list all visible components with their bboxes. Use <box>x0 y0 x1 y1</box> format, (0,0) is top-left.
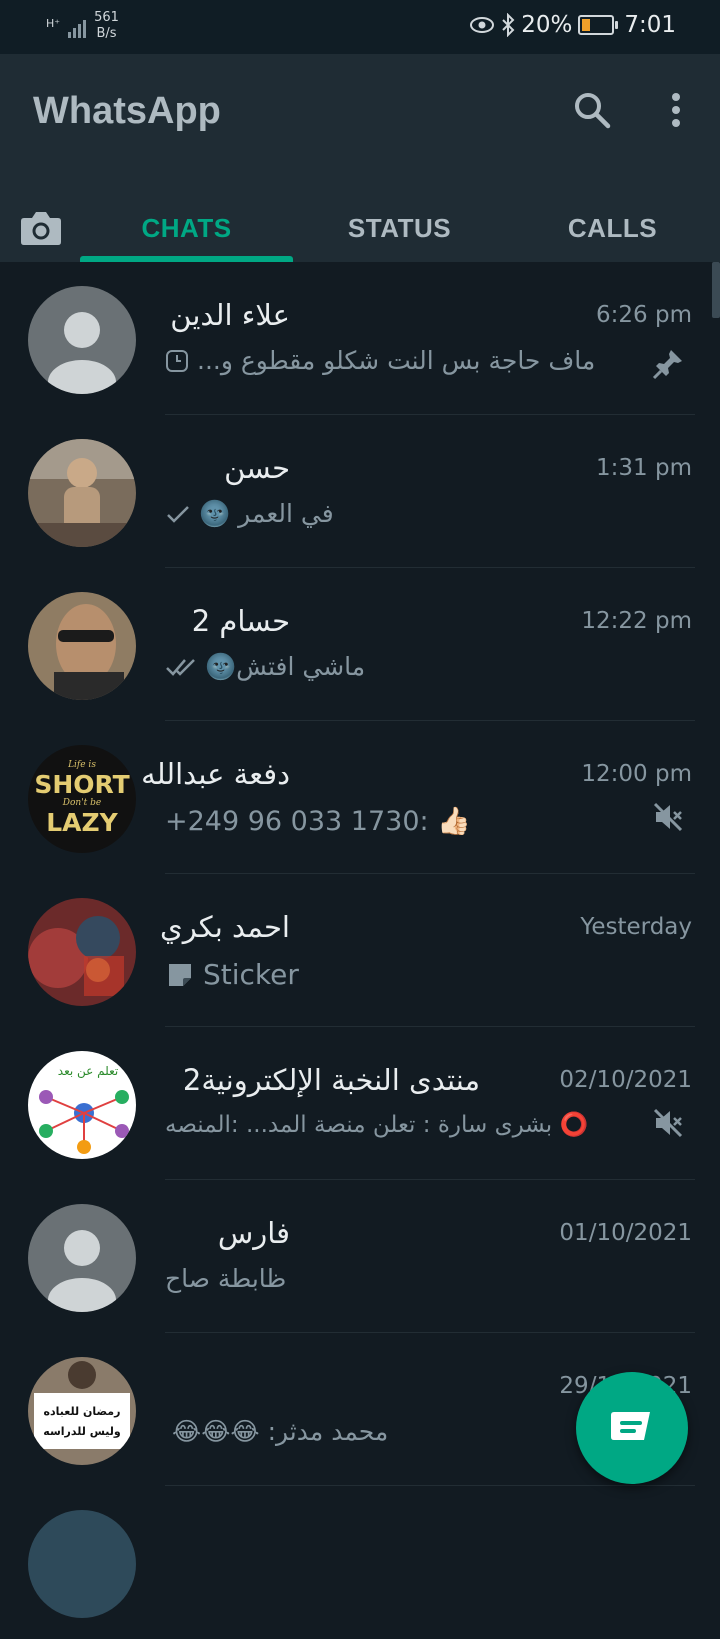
chat-preview: ظابطة صاح <box>165 1264 287 1293</box>
bluetooth-icon <box>502 13 515 37</box>
more-vert-icon <box>672 93 680 127</box>
timer-icon <box>166 349 188 372</box>
chat-row[interactable]: حسن 1:31 pm في العمر 🌚 <box>0 415 720 568</box>
pin-icon <box>652 348 684 384</box>
camera-button[interactable] <box>16 204 66 252</box>
chat-time: 6:26 pm <box>596 302 692 328</box>
chat-time: 01/10/2021 <box>559 1220 692 1246</box>
muted-icon <box>652 801 684 837</box>
tab-status[interactable]: STATUS <box>293 194 506 262</box>
avatar[interactable] <box>28 286 136 394</box>
eye-icon <box>470 17 495 33</box>
network-type: H⁺ <box>46 17 61 30</box>
chat-row[interactable] <box>0 1486 720 1639</box>
chat-name: منتدى النخبة الإلكترونية2 <box>182 1063 480 1097</box>
chat-preview: في العمر 🌚 <box>165 499 334 529</box>
avatar[interactable]: Life is SHORT Don't be LAZY <box>28 745 136 853</box>
chat-preview: ماشي افتش🌚 <box>165 652 365 682</box>
chat-name: دفعة عبدالله <box>141 757 290 791</box>
chat-row[interactable]: احمد بكري Yesterday Sticker <box>0 874 720 1027</box>
avatar[interactable]: رمضان للعباده وليس للدراسه <box>28 1357 136 1465</box>
app-title: WhatsApp <box>33 90 221 132</box>
avatar[interactable]: تعلم عن بعد <box>28 1051 136 1159</box>
network-speed: 561 B/s <box>94 10 119 41</box>
chat-time: 12:00 pm <box>581 761 692 787</box>
app-bar: WhatsApp CHATS STATUS CALLS <box>0 54 720 262</box>
battery-icon <box>578 15 619 35</box>
chat-name: احمد بكري <box>160 910 290 944</box>
chat-row[interactable]: فارس 01/10/2021 ظابطة صاح <box>0 1180 720 1333</box>
svg-text:تعلم عن بعد: تعلم عن بعد <box>58 1064 118 1079</box>
chat-time: 02/10/2021 <box>559 1067 692 1093</box>
sent-tick-icon <box>167 506 189 523</box>
more-options-button[interactable] <box>656 86 696 134</box>
chat-time: Yesterday <box>580 914 692 940</box>
chat-name: فارس <box>217 1216 290 1250</box>
avatar[interactable] <box>28 592 136 700</box>
chat-preview: Sticker <box>165 958 299 991</box>
tab-bar: CHATS STATUS CALLS <box>0 194 720 262</box>
clock: 7:01 <box>624 12 676 38</box>
chat-preview: محمد مدثر: 😂😂😂 <box>172 1417 389 1446</box>
avatar[interactable] <box>28 1204 136 1312</box>
avatar[interactable] <box>28 439 136 547</box>
chat-time: 12:22 pm <box>581 608 692 634</box>
chat-time: 1:31 pm <box>596 455 692 481</box>
chat-row[interactable]: Life is SHORT Don't be LAZY دفعة عبدالله… <box>0 721 720 874</box>
battery-percent: 20% <box>521 12 573 38</box>
chat-row[interactable]: حسام 2 12:22 pm ماشي افتش🌚 <box>0 568 720 721</box>
svg-text:LAZY: LAZY <box>46 808 118 837</box>
chat-name: علاء الدين <box>170 298 290 332</box>
svg-text:رمضان للعباده: رمضان للعباده <box>44 1405 121 1418</box>
tab-calls[interactable]: CALLS <box>506 194 719 262</box>
chat-preview: ⭕ بشرى سارة : تعلن منصة المد... :المنصه <box>165 1112 589 1138</box>
camera-icon <box>21 212 61 245</box>
sticker-icon <box>169 963 191 986</box>
chat-preview: +249 96 033 1730: 👍🏻 <box>165 806 471 837</box>
svg-text:Life is: Life is <box>67 760 96 770</box>
signal-icon <box>68 16 87 38</box>
new-chat-button[interactable] <box>576 1372 688 1484</box>
double-tick-icon <box>166 659 195 676</box>
new-chat-icon <box>611 1412 650 1440</box>
status-bar: H⁺ 561 B/s 20% 7:01 <box>0 0 720 54</box>
search-button[interactable] <box>568 86 616 134</box>
chat-row[interactable]: علاء الدين 6:26 pm ماف حاجة بس النت شكلو… <box>0 262 720 415</box>
svg-text:Don't be: Don't be <box>62 798 101 808</box>
avatar[interactable] <box>28 898 136 1006</box>
chat-row[interactable]: تعلم عن بعد منتدى النخبة الإلكترونية2 02… <box>0 1027 720 1180</box>
chat-preview: ماف حاجة بس النت شكلو مقطوع و... <box>165 346 595 375</box>
muted-icon <box>652 1107 684 1143</box>
tab-chats[interactable]: CHATS <box>80 194 293 262</box>
svg-text:وليس للدراسه: وليس للدراسه <box>43 1425 121 1438</box>
chat-name: حسام 2 <box>191 604 290 638</box>
search-icon <box>575 93 611 129</box>
avatar[interactable] <box>28 1510 136 1618</box>
chat-name: حسن <box>224 451 290 485</box>
svg-text:SHORT: SHORT <box>34 770 129 799</box>
